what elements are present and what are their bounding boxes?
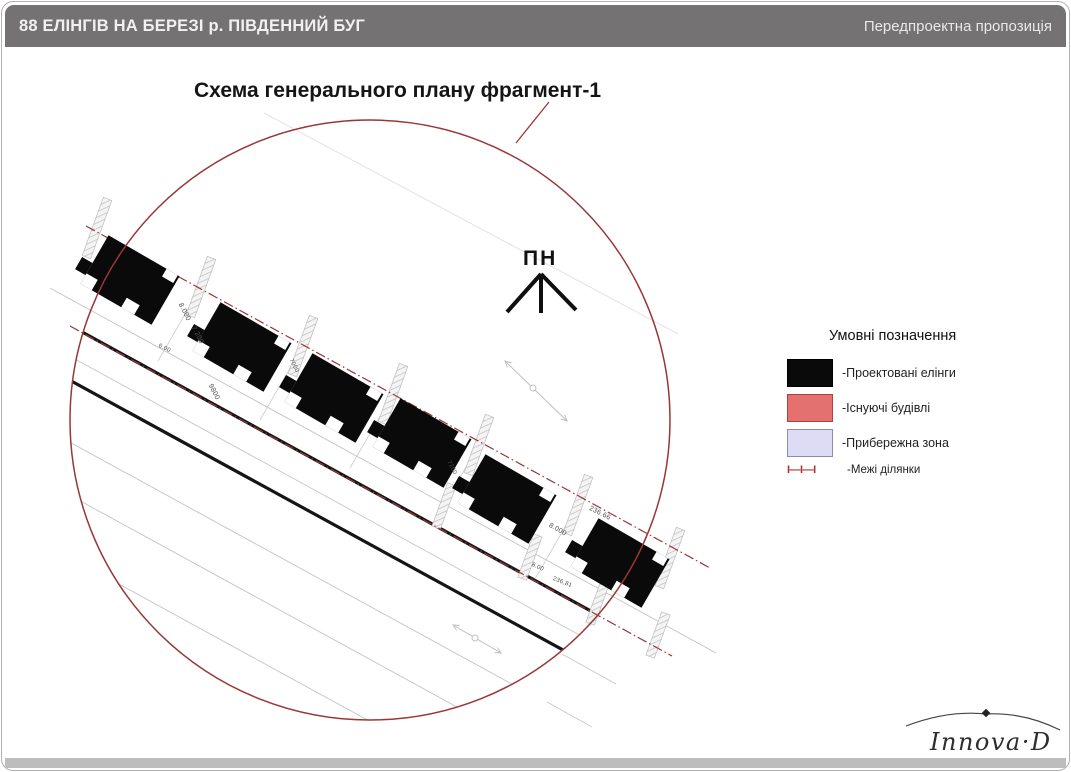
projected-buildings-swatch xyxy=(787,359,833,387)
legend-item-label: -Існуючі будівлі xyxy=(842,401,930,415)
road-edge-line xyxy=(562,654,616,684)
boundary-line-top xyxy=(86,226,710,568)
legend-item-label: -Межі ділянки xyxy=(847,464,920,476)
logo-roof-dot xyxy=(982,709,990,717)
leader-line xyxy=(516,102,549,143)
site-boundary-symbol: I—I—I xyxy=(787,463,833,477)
dimension-line xyxy=(50,288,716,653)
slope-arrow xyxy=(453,625,501,653)
pier-strip xyxy=(186,256,216,317)
north-label: ПН xyxy=(523,247,557,270)
footer-bar xyxy=(5,758,1066,768)
slide-page: ПН 8.0007.2006.00980070007200236.668.000… xyxy=(1,1,1070,771)
coastal-zone-swatch xyxy=(787,429,833,457)
existing-buildings-swatch xyxy=(787,394,833,422)
road-edge-line xyxy=(547,702,592,727)
slope-arrow xyxy=(505,361,567,421)
legend-item-coastal: -Прибережна зона xyxy=(787,429,949,457)
header-title: 88 ЕЛІНГІВ НА БЕРЕЗІ р. ПІВДЕННИЙ БУГ xyxy=(19,17,365,36)
detail-circle xyxy=(70,120,670,720)
drawing-title: Схема генерального плану фрагмент-1 xyxy=(194,79,601,103)
north-arrow: ПН xyxy=(507,247,576,313)
header-subtitle: Передпроектна пропозиція xyxy=(864,18,1052,35)
buildings-group xyxy=(70,229,669,607)
building-eling xyxy=(274,347,383,442)
pier-strip xyxy=(432,483,456,529)
road-line xyxy=(42,310,702,672)
company-logo: Innova·D xyxy=(880,700,1070,762)
building-eling xyxy=(362,392,471,487)
legend-item-boundary: I—I—I -Межі ділянки xyxy=(787,463,920,477)
building-eling xyxy=(447,448,556,543)
building-eling xyxy=(182,296,291,391)
logo-roof-curve xyxy=(906,713,986,726)
legend-title: Умовні позначення xyxy=(829,328,956,344)
legend-item-projected: -Проектовані елінги xyxy=(787,359,956,387)
legend-item-label: -Проектовані елінги xyxy=(842,366,956,380)
legend-item-existing: -Існуючі будівлі xyxy=(787,394,930,422)
north-arrow-icon xyxy=(507,274,576,313)
pier-strip xyxy=(563,474,593,535)
logo-text: Innova·D xyxy=(929,728,1052,756)
header-bar: 88 ЕЛІНГІВ НА БЕРЕЗІ р. ПІВДЕННИЙ БУГ Пе… xyxy=(5,5,1066,47)
legend-item-label: -Прибережна зона xyxy=(842,436,949,450)
terrain-line xyxy=(264,113,678,334)
pier-strip xyxy=(646,612,670,658)
